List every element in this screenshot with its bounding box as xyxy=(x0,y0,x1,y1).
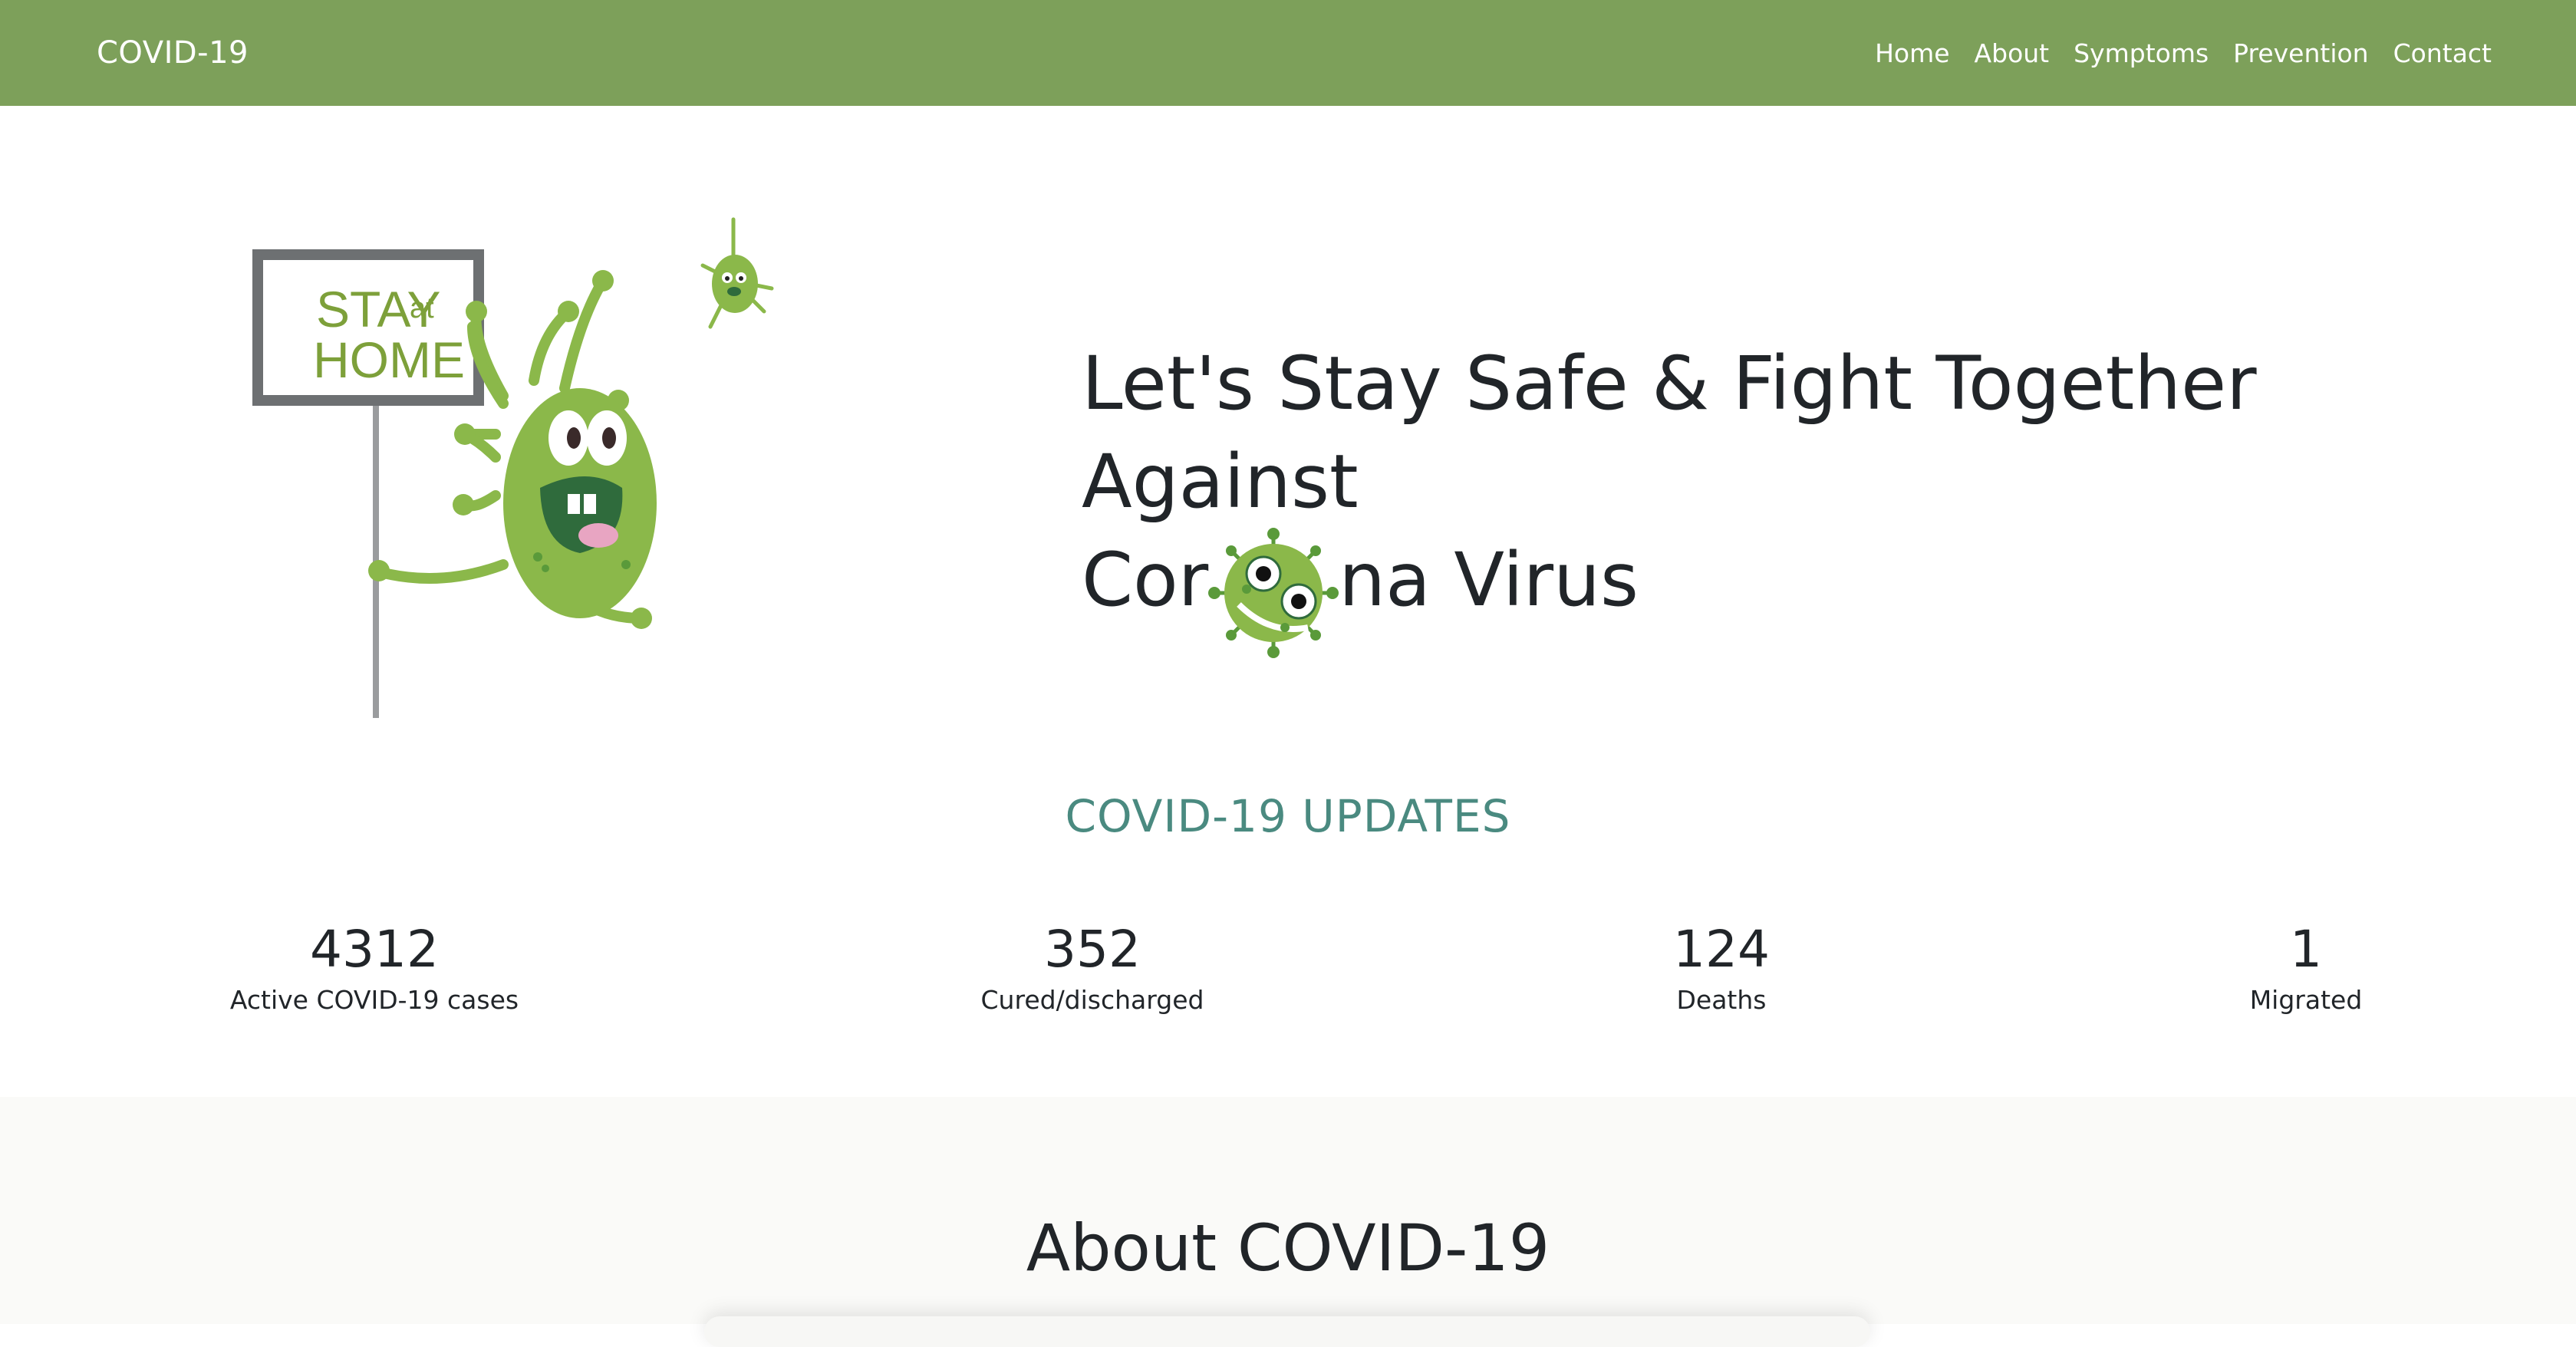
stat-label: Cured/discharged xyxy=(980,985,1204,1015)
sign-text-at: at xyxy=(410,292,434,324)
virus-letter-o-icon xyxy=(1208,528,1339,658)
hero-title-line2-end: na Virus xyxy=(1339,537,1639,623)
hero-title: Let's Stay Safe & Fight Together Against… xyxy=(1082,334,2524,658)
about-section-title: About COVID-19 xyxy=(1026,1210,1550,1286)
about-card-top xyxy=(704,1316,1870,1347)
stat-label: Deaths xyxy=(1676,985,1767,1015)
stat-value: 1 xyxy=(2290,920,2322,979)
nav-link-contact[interactable]: Contact xyxy=(2393,38,2492,68)
nav-link-symptoms[interactable]: Symptoms xyxy=(2074,38,2209,68)
nav-link-prevention[interactable]: Prevention xyxy=(2233,38,2368,68)
hero-title-line1: Let's Stay Safe & Fight Together Against xyxy=(1082,341,2257,525)
small-virus xyxy=(700,217,774,329)
hero-title-line2-start: Cor xyxy=(1082,537,1209,623)
stat-value: 124 xyxy=(1673,920,1770,979)
brand-logo-link[interactable]: COVID-19 xyxy=(97,0,249,106)
sign-text-home: HOME xyxy=(313,331,465,388)
sign-pole xyxy=(373,396,379,718)
stat-deaths: 124 Deaths xyxy=(1606,919,1836,1017)
stat-active-cases: 4312 Active COVID-19 cases xyxy=(227,919,522,1017)
stat-migrated: 1 Migrated xyxy=(2191,919,2421,1017)
stat-label: Active COVID-19 cases xyxy=(229,985,519,1015)
navbar: COVID-19 Home About Symptoms Prevention … xyxy=(0,0,2576,106)
stat-label: Migrated xyxy=(2249,985,2363,1015)
nav-link-home[interactable]: Home xyxy=(1875,38,1949,68)
stat-cured: 352 Cured/discharged xyxy=(962,919,1223,1017)
stay-at-home-virus-illustration: STAY at HOME xyxy=(242,204,795,721)
nav-links: Home About Symptoms Prevention Contact xyxy=(1875,0,2492,106)
stat-value: 352 xyxy=(1044,920,1141,979)
nav-link-about[interactable]: About xyxy=(1975,38,2050,68)
stat-value: 4312 xyxy=(310,920,439,979)
updates-section-title: COVID-19 UPDATES xyxy=(1065,790,1511,842)
about-section: About COVID-19 xyxy=(0,1097,2576,1347)
